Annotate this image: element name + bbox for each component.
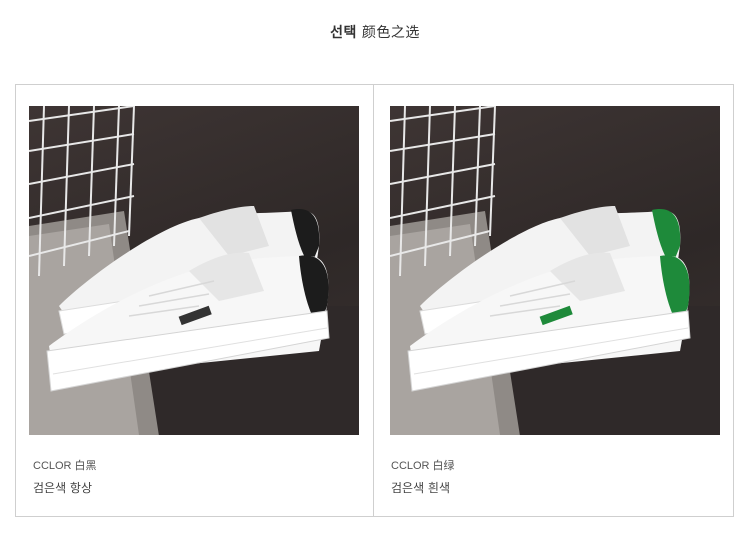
title-korean: 선택 — [330, 25, 357, 41]
sneaker-illustration — [390, 106, 720, 435]
color-subtitle: 검은색 흰색 — [391, 481, 451, 495]
color-label: CCLOR 白绿 — [391, 460, 455, 472]
color-label: CCLOR 白黑 — [33, 460, 97, 472]
section-title: 선택 颜色之选 — [0, 22, 750, 42]
color-subtitle: 검은색 항상 — [33, 481, 93, 495]
color-options-panel: CCLOR 白黑 검은색 항상 CCLOR 白绿 검은색 흰색 — [15, 84, 734, 517]
product-photo-green — [390, 106, 720, 435]
color-option-black[interactable]: CCLOR 白黑 검은색 항상 — [16, 85, 373, 516]
product-photo-black — [29, 106, 359, 435]
sneaker-illustration — [29, 106, 359, 435]
color-option-green[interactable]: CCLOR 白绿 검은색 흰색 — [374, 85, 735, 516]
title-chinese: 颜色之选 — [361, 25, 420, 41]
